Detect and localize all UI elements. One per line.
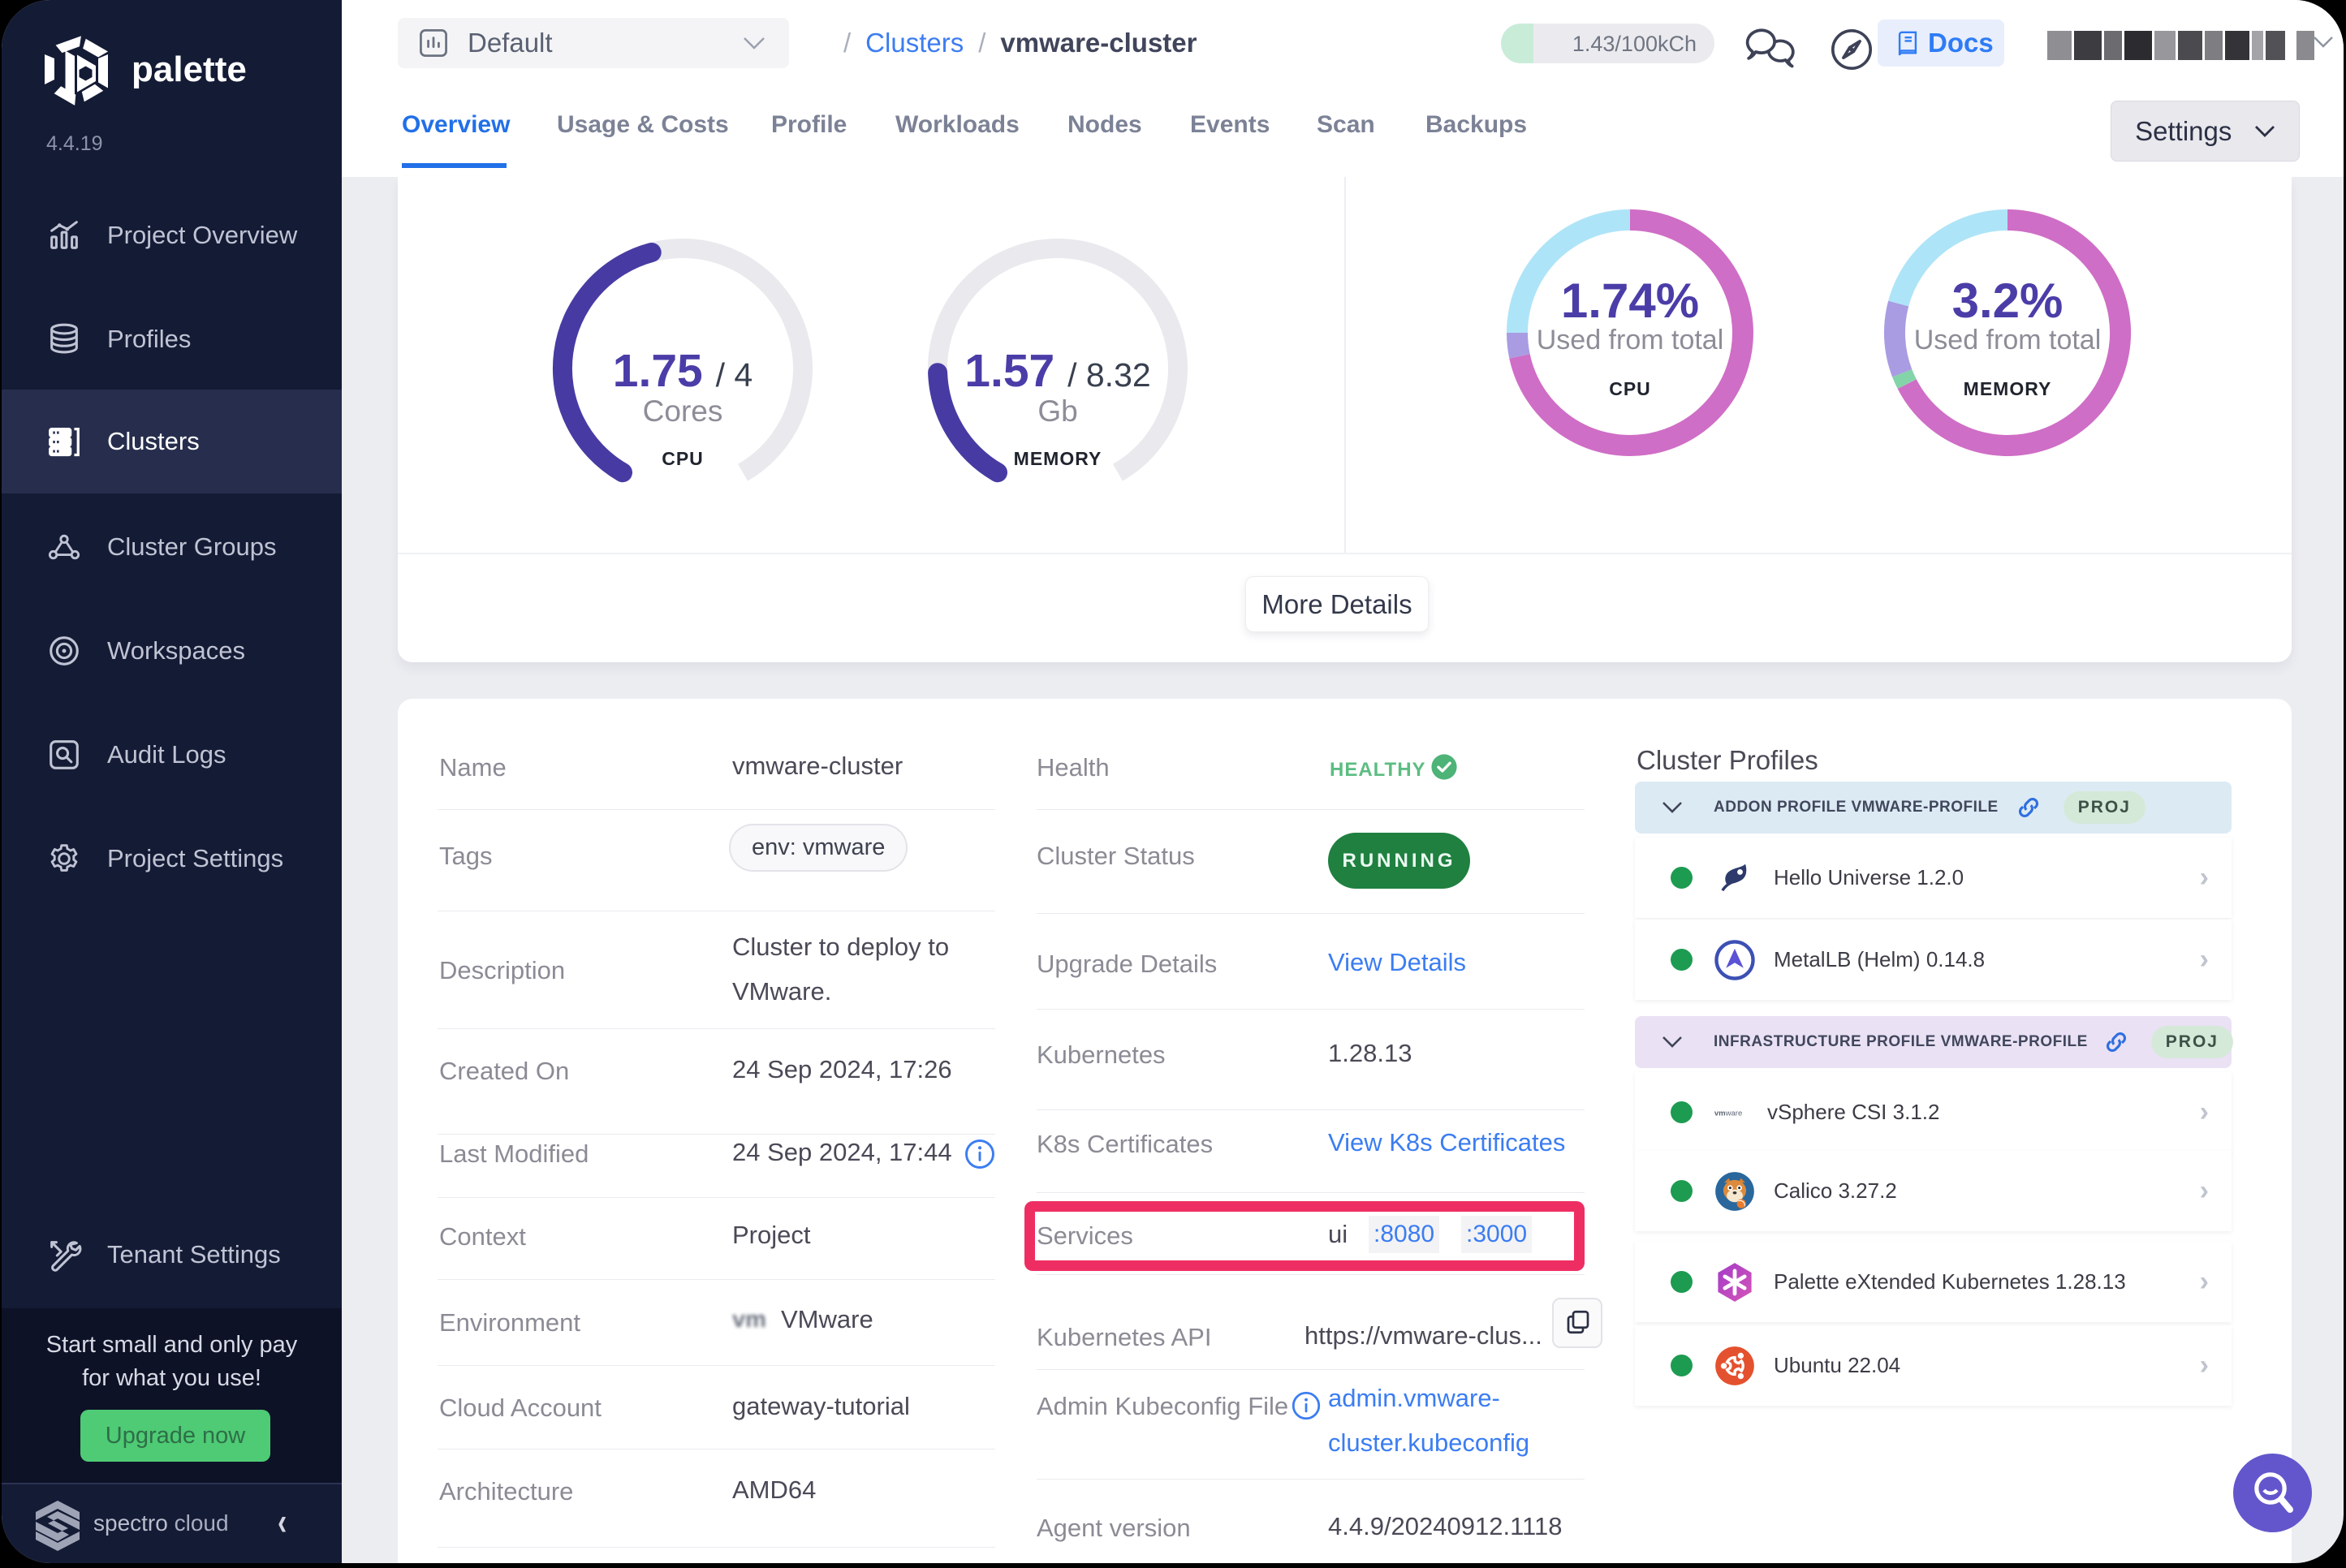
svg-text:vmware: vmware	[1714, 1109, 1742, 1118]
